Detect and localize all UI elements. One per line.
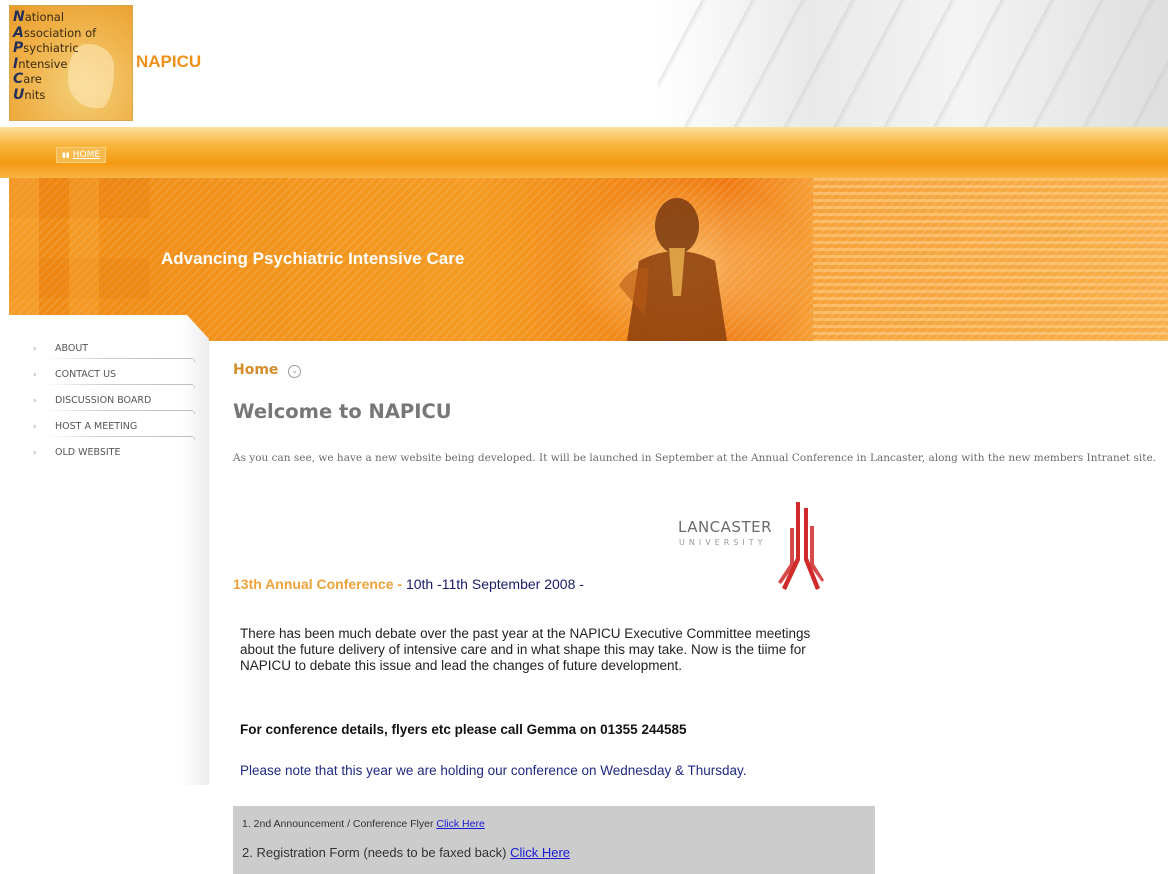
download-item: 1. 2nd Announcement / Conference Flyer C… [242, 818, 485, 830]
sidebar-item-contact-us[interactable]: › CONTACT US › [33, 367, 196, 393]
download-item: 2. Registration Form (needs to be faxed … [242, 845, 571, 860]
intro-paragraph: As you can see, we have a new website be… [233, 452, 1157, 464]
menu-divider [43, 358, 193, 359]
arrow-right-icon: › [192, 434, 196, 443]
logo-line: Psychiatric [13, 40, 79, 56]
conference-description: There has been much debate over the past… [240, 626, 811, 673]
arrow-right-icon: › [192, 408, 196, 417]
flyer-click-here-link[interactable]: Click Here [436, 818, 484, 830]
nav-home-link[interactable]: ▮▮ HOME [56, 147, 107, 163]
napicu-logo[interactable]: National Association of Psychiatric Inte… [9, 5, 133, 121]
chevron-down-icon[interactable]: ⌄ [288, 365, 301, 378]
logo-line: Association of [13, 24, 97, 41]
conference-title: 13th Annual Conference - [233, 576, 403, 592]
arrow-right-icon: › [192, 382, 196, 391]
banner-tagline: Advancing Psychiatric Intensive Care [161, 249, 465, 268]
banner-person-image [619, 198, 727, 341]
sidebar-item-about[interactable]: › ABOUT › [33, 341, 196, 367]
page-title: Welcome to NAPICU [233, 400, 452, 423]
logo-text: National Association of Psychiatric Inte… [13, 9, 97, 103]
sidebar-item-old-website[interactable]: › OLD WEBSITE [33, 445, 193, 471]
brand-name: NAPICU [136, 52, 202, 71]
header-decoration [658, 0, 1168, 127]
lancaster-subtitle: UNIVERSITY [679, 538, 767, 547]
logo-line: Care [13, 71, 42, 87]
menu-divider [43, 410, 193, 411]
top-nav-bar: ▮▮ HOME [0, 127, 1168, 178]
banner-lines [813, 178, 1168, 341]
conference-note: Please note that this year we are holdin… [240, 763, 747, 778]
breadcrumb[interactable]: Home [233, 362, 278, 378]
logo-line: Units [13, 86, 46, 103]
logo-line: Intensive [13, 55, 68, 72]
sidebar-menu: › ABOUT › › CONTACT US › › DISCUSSION BO… [33, 341, 196, 471]
conference-dates: 10th -11th September 2008 - [402, 576, 584, 592]
menu-divider [43, 384, 193, 385]
conference-heading: 13th Annual Conference - 10th -11th Sept… [233, 576, 584, 592]
sidebar-item-discussion-board[interactable]: › DISCUSSION BOARD › [33, 393, 196, 419]
bars-icon: ▮▮ [62, 151, 70, 159]
chevron-right-icon: › [33, 370, 37, 380]
menu-divider [43, 436, 193, 437]
arrow-right-icon: › [192, 356, 196, 365]
logo-line: National [13, 9, 65, 25]
downloads-panel: 1. 2nd Announcement / Conference Flyer C… [233, 806, 875, 874]
chevron-right-icon: › [33, 422, 37, 432]
lancaster-emblem-icon [778, 502, 824, 590]
registration-click-here-link[interactable]: Click Here [510, 845, 570, 860]
chevron-right-icon: › [33, 396, 37, 406]
lancaster-university-logo: LANCASTER UNIVERSITY [676, 498, 826, 598]
site-header: National Association of Psychiatric Inte… [0, 0, 1168, 127]
sidebar-item-host-a-meeting[interactable]: › HOST A MEETING › [33, 419, 196, 445]
chevron-right-icon: › [33, 448, 37, 458]
chevron-right-icon: › [33, 344, 37, 354]
contact-details: For conference details, flyers etc pleas… [240, 722, 687, 737]
lancaster-wordmark: LANCASTER [678, 518, 773, 536]
